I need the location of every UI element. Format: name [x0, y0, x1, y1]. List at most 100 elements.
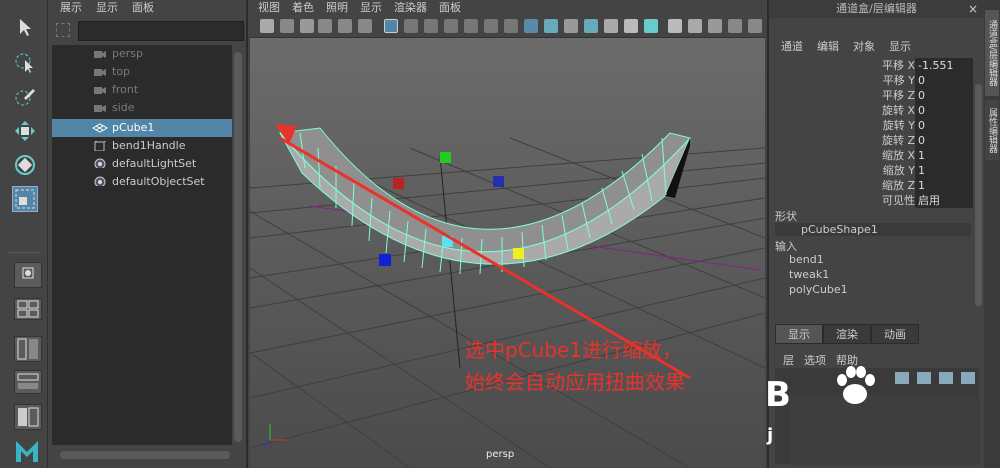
anti-aliasing-icon[interactable] — [688, 19, 702, 33]
layer-menu-item[interactable]: 选项 — [804, 352, 826, 368]
outliner-item-defaultobjectset[interactable]: defaultObjectSet — [52, 173, 232, 191]
move-layer-down-icon[interactable] — [917, 372, 931, 384]
attr-value-field[interactable]: 0 — [915, 133, 973, 148]
outliner-menu-item[interactable]: 显示 — [96, 0, 118, 16]
outliner-search-input[interactable] — [78, 21, 244, 41]
outliner-layout-icon[interactable] — [14, 370, 42, 394]
viewport-menu-item[interactable]: 显示 — [360, 0, 382, 16]
single-perspective-layout-icon[interactable] — [14, 262, 42, 288]
screen-space-ao-icon[interactable] — [644, 19, 658, 33]
attr-value-field[interactable]: 0 — [915, 118, 973, 133]
attr-scale-x[interactable]: 缩放 X1 — [769, 148, 979, 163]
textured-icon[interactable] — [584, 19, 598, 33]
attr-value-field[interactable]: 1 — [915, 148, 973, 163]
outliner-item-defaultlightset[interactable]: defaultLightSet — [52, 155, 232, 173]
attr-visibility[interactable]: 可见性 启用 — [769, 193, 979, 208]
hypershade-layout-icon[interactable] — [14, 404, 42, 430]
outliner-item-side[interactable]: side — [52, 99, 232, 117]
tab-animation[interactable]: 动画 — [871, 324, 919, 344]
outliner-vertical-scrollbar[interactable] — [234, 52, 242, 442]
two-pane-layout-icon[interactable] — [14, 336, 42, 362]
attr-value-field[interactable]: 1 — [915, 163, 973, 178]
grid-icon[interactable] — [384, 19, 398, 33]
attr-value-field[interactable]: 启用 — [915, 193, 973, 208]
attr-value-field[interactable]: 0 — [915, 88, 973, 103]
camera-select-icon[interactable] — [260, 19, 274, 33]
four-view-layout-icon[interactable] — [14, 298, 42, 320]
motion-blur-icon[interactable] — [668, 19, 682, 33]
attr-scale-z[interactable]: 缩放 Z1 — [769, 178, 979, 193]
outliner-menu-item[interactable]: 面板 — [132, 0, 154, 16]
x-axis-handle[interactable] — [393, 178, 404, 189]
outliner-item-bend1handle[interactable]: bend1Handle — [52, 137, 232, 155]
new-empty-layer-icon[interactable] — [939, 372, 953, 384]
select-tool-icon[interactable] — [12, 14, 38, 40]
isolate-select-icon[interactable] — [728, 19, 742, 33]
uniform-scale-handle[interactable] — [379, 254, 391, 266]
attr-translate-z[interactable]: 平移 Z0 — [769, 88, 979, 103]
outliner-item-front[interactable]: front — [52, 81, 232, 99]
attr-scale-y[interactable]: 缩放 Y1 — [769, 163, 979, 178]
bookmark-icon[interactable] — [300, 19, 314, 33]
paint-select-tool-icon[interactable] — [12, 84, 38, 110]
move-tool-icon[interactable] — [12, 118, 38, 144]
attr-translate-y[interactable]: 平移 Y0 — [769, 73, 979, 88]
viewport-menu-item[interactable]: 视图 — [258, 0, 280, 16]
input-node-bend1[interactable]: bend1 — [789, 253, 824, 266]
gate-mask-icon[interactable] — [444, 19, 458, 33]
filter-icon[interactable] — [56, 23, 70, 37]
attr-rotate-x[interactable]: 旋转 X0 — [769, 103, 979, 118]
outliner-item-pcube1[interactable]: pCube1 — [52, 119, 232, 137]
shape-node-pcubeshape1[interactable]: pCubeShape1 — [775, 223, 971, 236]
attr-rotate-y[interactable]: 旋转 Y0 — [769, 118, 979, 133]
channel-box-menu-item[interactable]: 显示 — [889, 38, 911, 54]
attr-value-field[interactable]: -1.551 — [915, 58, 973, 73]
side-tab-channel-box[interactable]: 通道盒/层编辑器 — [985, 10, 999, 96]
outliner-item-top[interactable]: top — [52, 63, 232, 81]
input-node-tweak1[interactable]: tweak1 — [789, 268, 829, 281]
field-chart-icon[interactable] — [464, 19, 478, 33]
tab-display[interactable]: 显示 — [775, 324, 823, 344]
scale-tool-icon[interactable] — [12, 186, 38, 212]
channel-box-scrollbar[interactable] — [975, 84, 982, 306]
resolution-gate-icon[interactable] — [424, 19, 438, 33]
viewport-menu-item[interactable]: 着色 — [292, 0, 314, 16]
y-axis-handle[interactable] — [440, 152, 451, 163]
layer-menu-item[interactable]: 层 — [783, 352, 794, 368]
xray-icon[interactable] — [748, 19, 762, 33]
tab-render[interactable]: 渲染 — [823, 324, 871, 344]
wireframe-icon[interactable] — [524, 19, 538, 33]
shadows-icon[interactable] — [624, 19, 638, 33]
move-layer-up-icon[interactable] — [895, 372, 909, 384]
side-tab-attribute-editor[interactable]: 属性编辑器 — [985, 100, 999, 160]
use-all-lights-icon[interactable] — [604, 19, 618, 33]
channel-box-menu-item[interactable]: 通道 — [781, 38, 803, 54]
scale-handle[interactable] — [513, 248, 524, 259]
viewport-menu-item[interactable]: 面板 — [439, 0, 461, 16]
camera-attributes-icon[interactable] — [280, 19, 294, 33]
lasso-tool-icon[interactable] — [12, 50, 38, 76]
wireframe-on-shaded-icon[interactable] — [564, 19, 578, 33]
channel-box-menu-item[interactable]: 编辑 — [817, 38, 839, 54]
outliner-horizontal-scrollbar[interactable] — [60, 451, 230, 459]
image-plane-icon[interactable] — [318, 19, 332, 33]
z-axis-handle[interactable] — [493, 176, 504, 187]
attr-value-field[interactable]: 0 — [915, 103, 973, 118]
3d-scene[interactable] — [250, 38, 765, 468]
grease-pencil-icon[interactable] — [358, 19, 372, 33]
viewport-menu-item[interactable]: 渲染器 — [394, 0, 427, 16]
depth-of-field-icon[interactable] — [708, 19, 722, 33]
2d-pan-zoom-icon[interactable] — [338, 19, 352, 33]
attr-translate-x[interactable]: 平移 X -1.551 — [769, 58, 979, 73]
safe-title-icon[interactable] — [504, 19, 518, 33]
attr-value-field[interactable]: 1 — [915, 178, 973, 193]
outliner-menu-item[interactable]: 展示 — [60, 0, 82, 16]
close-icon[interactable]: × — [968, 2, 978, 16]
attr-value-field[interactable]: 0 — [915, 73, 973, 88]
smooth-shade-icon[interactable] — [544, 19, 558, 33]
channel-box-menu-item[interactable]: 对象 — [853, 38, 875, 54]
film-gate-icon[interactable] — [404, 19, 418, 33]
new-layer-from-selection-icon[interactable] — [961, 372, 975, 384]
viewport-menu-item[interactable]: 照明 — [326, 0, 348, 16]
input-node-polycube1[interactable]: polyCube1 — [789, 283, 848, 296]
